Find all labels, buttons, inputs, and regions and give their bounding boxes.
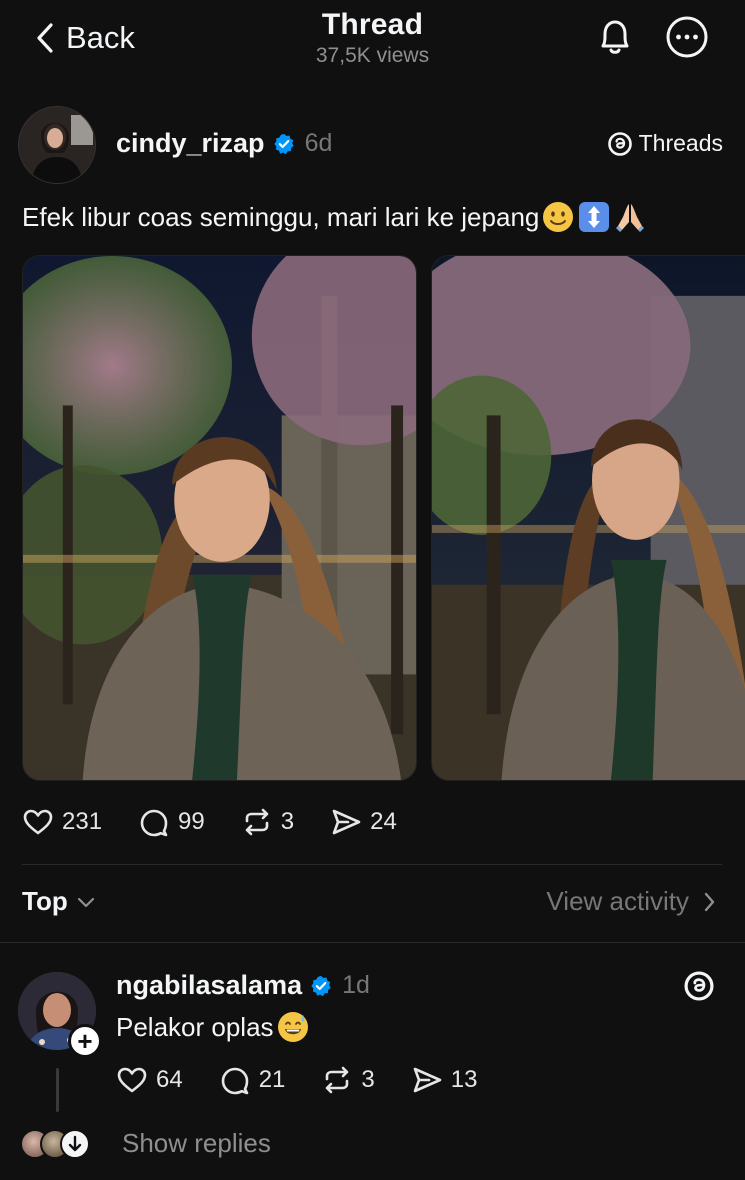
view-activity-label: View activity: [546, 886, 689, 916]
threads-logo-icon: [607, 131, 632, 156]
folded-hands-icon: [616, 204, 645, 232]
reply-repost-button[interactable]: 3: [321, 1064, 375, 1096]
post-photo-1[interactable]: [22, 255, 417, 781]
threads-label: Threads: [638, 130, 723, 156]
post-photo-2[interactable]: [431, 255, 745, 781]
verified-badge-icon: [273, 133, 295, 155]
share-button[interactable]: 24: [330, 806, 397, 838]
view-activity-link[interactable]: View activity: [546, 886, 715, 917]
threads-link[interactable]: Threads: [607, 130, 723, 157]
repost-button[interactable]: 3: [241, 806, 294, 838]
reply-share-count: 13: [450, 1066, 478, 1093]
notification-button[interactable]: [592, 14, 638, 60]
photo-2-image: [432, 256, 745, 780]
comment-count: 99: [178, 808, 205, 835]
avatar-photo: [19, 107, 95, 183]
verified-badge-icon: [310, 975, 332, 997]
post-actions: 231 99 3 24: [22, 806, 433, 838]
divider: [0, 942, 745, 943]
threads-logo-icon: [684, 971, 714, 1001]
up-down-arrow-icon: [579, 202, 610, 232]
like-count: 231: [62, 808, 103, 835]
share-count: 24: [370, 808, 397, 835]
comment-button[interactable]: 99: [138, 806, 205, 838]
reply-share-button[interactable]: 13: [411, 1064, 478, 1096]
author-avatar[interactable]: [18, 106, 96, 184]
comment-icon: [140, 809, 168, 837]
heart-icon: [117, 1067, 147, 1093]
repost-count: 3: [280, 808, 295, 835]
top-bar: Back Thread 37,5K views: [0, 0, 745, 84]
thread-connector-line: [56, 1068, 59, 1112]
plus-icon: +: [77, 1026, 93, 1056]
sort-dropdown[interactable]: Top: [22, 886, 96, 917]
reply-author-row: ngabilasalama 1d: [116, 970, 370, 1001]
comment-icon: [221, 1067, 249, 1095]
chevron-down-icon: [77, 897, 94, 907]
grinning-sweat-face-icon: [277, 1012, 308, 1042]
divider: [22, 864, 722, 865]
reply-comment-button[interactable]: 21: [219, 1064, 286, 1096]
heart-icon: [23, 809, 53, 835]
more-options-button[interactable]: [664, 14, 710, 60]
repost-icon: [245, 808, 269, 836]
author-username[interactable]: cindy_rizap: [116, 128, 265, 159]
reply-actions: 64 21 3 13: [116, 1064, 513, 1096]
repost-icon: [326, 1066, 349, 1094]
reply-text: Pelakor oplas: [116, 1011, 274, 1042]
author-row: cindy_rizap 6d: [116, 128, 332, 159]
send-icon: [413, 1067, 442, 1093]
threads-app-button[interactable]: [683, 970, 715, 1002]
like-button[interactable]: 231: [22, 806, 102, 838]
reply-time: 1d: [342, 971, 370, 999]
slightly-smiling-face-icon: [543, 202, 574, 232]
send-icon: [332, 809, 361, 835]
reply-comment-count: 21: [258, 1066, 286, 1093]
bell-icon: [601, 20, 629, 54]
more-icon: [666, 16, 708, 58]
reply-body: Pelakor oplas: [116, 1010, 310, 1044]
reply-repost-count: 3: [361, 1066, 375, 1093]
post-time: 6d: [304, 129, 333, 157]
reply-like-button[interactable]: 64: [116, 1064, 183, 1096]
show-replies-button[interactable]: Show replies: [20, 1128, 271, 1159]
sort-label: Top: [22, 886, 68, 916]
reply-like-count: 64: [156, 1066, 183, 1093]
post-caption: Efek libur coas seminggu, mari lari ke j…: [22, 200, 647, 234]
chevron-right-icon: [704, 892, 715, 911]
show-replies-label: Show replies: [122, 1128, 271, 1158]
photo-1-image: [23, 256, 416, 780]
follow-button[interactable]: +: [68, 1024, 102, 1058]
arrow-down-icon: [60, 1128, 90, 1159]
caption-text: Efek libur coas seminggu, mari lari ke j…: [22, 201, 540, 232]
reply-username[interactable]: ngabilasalama: [116, 970, 302, 1001]
